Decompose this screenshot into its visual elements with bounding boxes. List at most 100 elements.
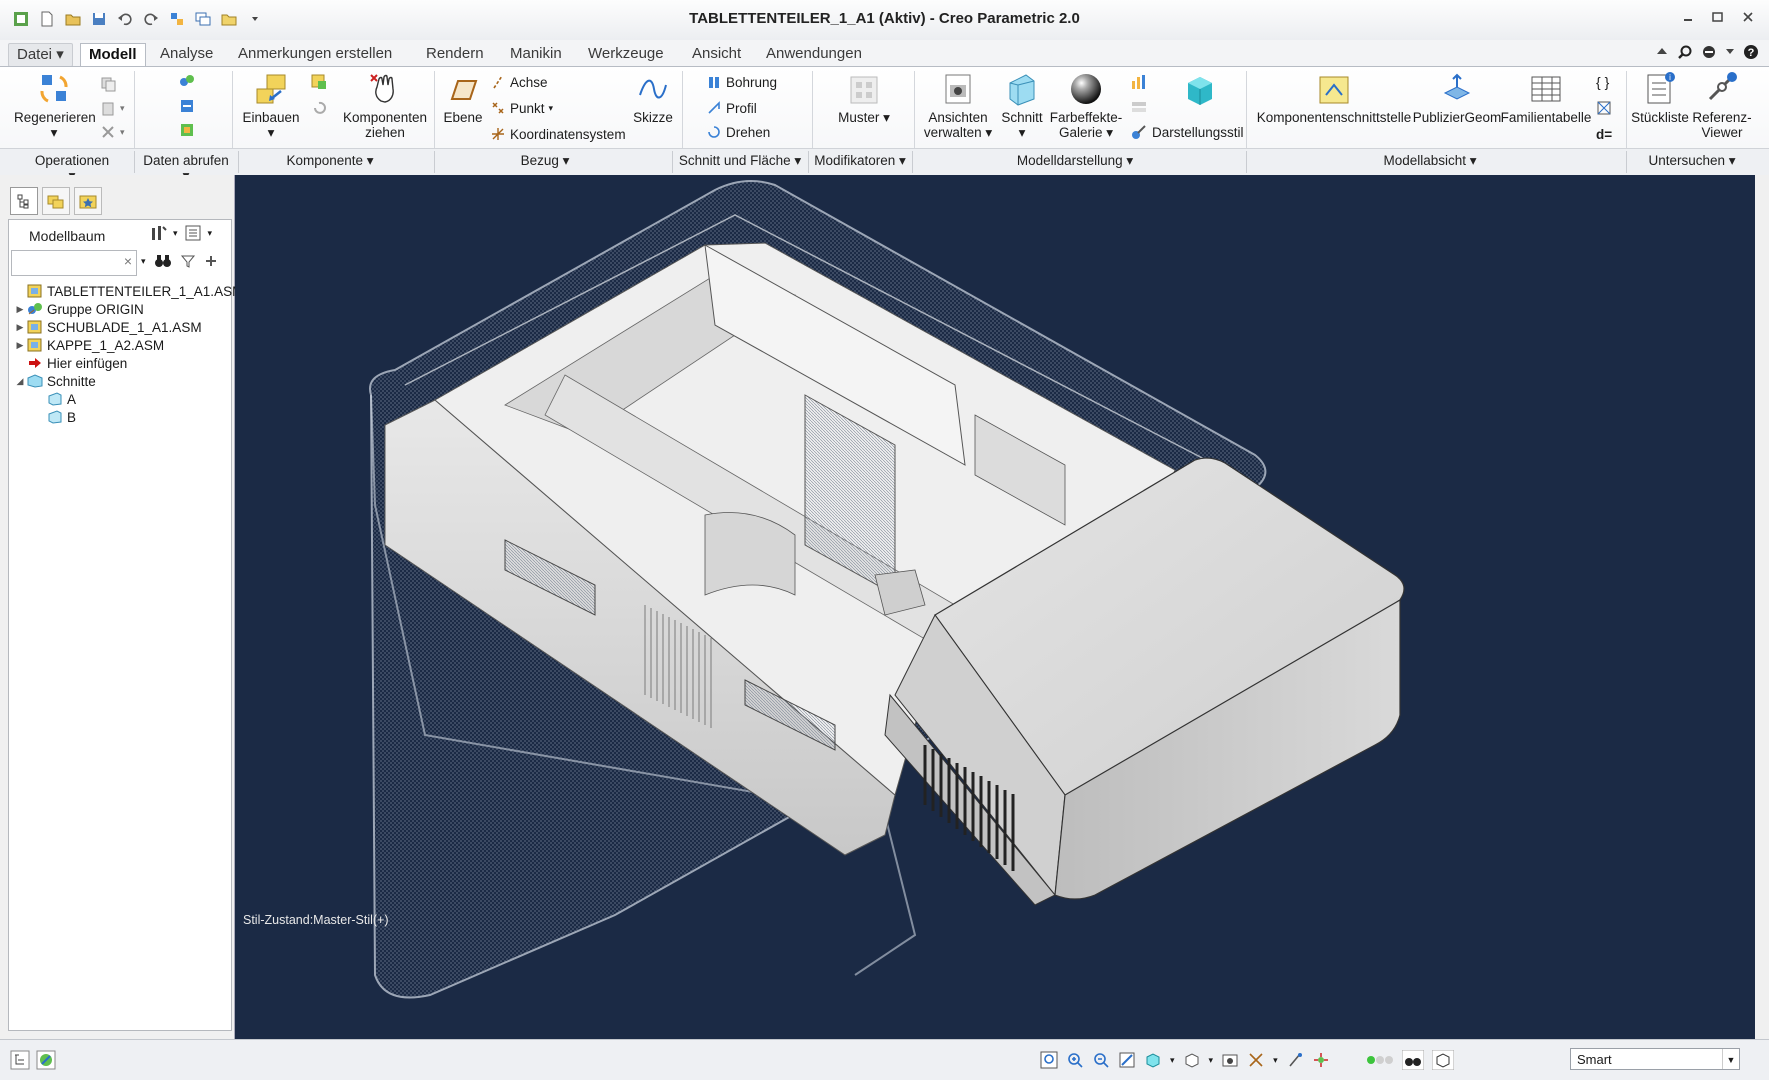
tree-row-kappe[interactable]: ▶ KAPPE_1_A2.ASM (13, 336, 243, 354)
dropdown-arrow-icon[interactable] (1725, 44, 1735, 58)
copy-button[interactable] (100, 75, 116, 93)
dropdown-caret[interactable]: ▾ (141, 256, 146, 267)
tab-werkzeuge[interactable]: Werkzeuge (580, 43, 672, 65)
group-komponente[interactable]: Komponente ▾ (280, 153, 380, 169)
tab-ansicht[interactable]: Ansicht (684, 43, 749, 65)
graphics-viewport[interactable]: Stil-Zustand:Master-Stil(+) (235, 175, 1755, 1039)
switch-dimensions-button[interactable]: d= (1596, 125, 1612, 143)
relations-button[interactable]: { } (1596, 73, 1609, 91)
community-icon[interactable] (1701, 44, 1717, 60)
close-icon[interactable] (1739, 8, 1757, 26)
profil-button[interactable]: Profil (706, 99, 757, 117)
expand-arrow-icon[interactable]: ▶ (13, 304, 27, 315)
filter-icon[interactable] (180, 253, 196, 269)
model-tree-search-input[interactable] (12, 251, 116, 273)
drehen-button[interactable]: Drehen (706, 123, 770, 141)
dropdown-caret[interactable]: ▾ (208, 228, 213, 239)
tree-row-hier-einfuegen[interactable]: Hier einfügen (13, 354, 243, 372)
group-untersuchen[interactable]: Untersuchen ▾ (1630, 153, 1754, 169)
tree-row-section-a[interactable]: A (13, 390, 243, 408)
bohrung-button[interactable]: Bohrung (706, 73, 777, 91)
selection-box-icon[interactable] (1431, 1050, 1454, 1070)
farbeffekte-galerie-button[interactable]: Farbeffekte- Galerie ▾ (1046, 71, 1126, 140)
tab-anwendungen[interactable]: Anwendungen (758, 43, 870, 65)
model-tree-tab-icon[interactable] (10, 187, 38, 215)
tab-manikin[interactable]: Manikin (502, 43, 570, 65)
stueckliste-button[interactable]: i Stückliste (1628, 71, 1692, 125)
komponenten-ziehen-button[interactable]: Komponenten ziehen (340, 71, 430, 140)
skizze-button[interactable]: Skizze (628, 73, 678, 125)
regenerate-button[interactable]: Regenerieren ▾ (14, 71, 96, 140)
datum-display-icon[interactable] (1247, 1051, 1265, 1069)
annotation-display-icon[interactable] (1286, 1051, 1304, 1069)
tree-row-section-b[interactable]: B (13, 408, 243, 426)
favorites-tab-icon[interactable] (74, 187, 102, 215)
add-column-icon[interactable] (204, 254, 218, 268)
tab-analyse[interactable]: Analyse (152, 43, 221, 65)
ebene-button[interactable]: Ebene (438, 73, 488, 125)
group-bezug[interactable]: Bezug ▾ (510, 153, 580, 169)
publiziergeom-button[interactable]: PublizierGeom (1410, 71, 1504, 125)
show-options-icon[interactable] (184, 224, 202, 242)
folder-browser-tab-icon[interactable] (42, 187, 70, 215)
spin-center-icon[interactable] (1312, 1051, 1330, 1069)
zoom-in-icon[interactable] (1066, 1051, 1084, 1069)
binoculars-icon[interactable] (154, 253, 172, 269)
punkt-button[interactable]: Punkt ▾ (490, 99, 553, 117)
cube-display-button[interactable] (1178, 71, 1222, 110)
expand-arrow-icon[interactable]: ▶ (13, 340, 27, 351)
muster-button[interactable]: Muster ▾ (824, 73, 904, 125)
parameters-button[interactable] (1596, 99, 1612, 117)
darstellungsstil-button[interactable]: Darstellungsstil (1130, 123, 1244, 141)
chevron-up-icon[interactable] (1655, 44, 1669, 58)
tree-row-root[interactable]: TABLETTENTEILER_1_A1.ASM (13, 282, 243, 300)
tab-rendern[interactable]: Rendern (418, 43, 492, 65)
group-modellabsicht[interactable]: Modellabsicht ▾ (1370, 153, 1490, 169)
achse-button[interactable]: Achse (490, 73, 548, 91)
tree-row-schnitte[interactable]: ◢ Schnitte (13, 372, 243, 390)
tab-anmerkungen[interactable]: Anmerkungen erstellen (230, 43, 400, 65)
display-tool-1-button[interactable] (1130, 73, 1148, 91)
saved-orientations-icon[interactable] (1183, 1051, 1201, 1069)
tree-row-gruppe-origin[interactable]: ▶ Gruppe ORIGIN (13, 300, 243, 318)
selection-filter-select[interactable]: Smart ▼ (1570, 1048, 1740, 1070)
repeat-button[interactable] (310, 99, 328, 117)
display-tool-2-button[interactable] (1130, 99, 1148, 117)
komponentenschnittstelle-button[interactable]: Komponentenschnittstelle (1254, 71, 1414, 125)
dropdown-caret[interactable]: ▾ (1209, 1055, 1214, 1066)
group-modifikatoren[interactable]: Modifikatoren ▾ (812, 153, 908, 169)
familientabelle-button[interactable]: Familientabelle (1500, 71, 1592, 125)
create-component-button[interactable] (310, 73, 328, 91)
delete-button[interactable]: ▾ (100, 123, 125, 141)
minimize-icon[interactable] (1679, 8, 1697, 26)
data-get-3-button[interactable] (178, 121, 196, 139)
model-tree-search[interactable]: × (11, 250, 137, 276)
display-style-icon[interactable] (1144, 1051, 1162, 1069)
einbauen-button[interactable]: Einbauen ▾ (240, 71, 302, 140)
clear-search-icon[interactable]: × (124, 253, 132, 269)
chevron-down-icon[interactable]: ▼ (1722, 1049, 1739, 1069)
data-get-1-button[interactable] (178, 73, 196, 91)
maximize-icon[interactable] (1709, 8, 1727, 26)
ansichten-verwalten-button[interactable]: Ansichten verwalten ▾ (920, 71, 996, 140)
zoom-out-icon[interactable] (1092, 1051, 1110, 1069)
schnitt-button[interactable]: Schnitt ▾ (994, 71, 1050, 140)
paste-button[interactable]: ▾ (100, 99, 125, 117)
refit-icon[interactable] (1040, 1051, 1058, 1069)
help-icon[interactable]: ? (1743, 44, 1759, 60)
toggle-browser-icon[interactable] (36, 1050, 56, 1070)
koordinatensystem-button[interactable]: Koordinatensystem (490, 125, 626, 143)
dropdown-caret[interactable]: ▾ (1273, 1055, 1278, 1066)
toggle-navigator-icon[interactable] (10, 1050, 30, 1070)
repaint-icon[interactable] (1118, 1051, 1136, 1069)
group-schnitt-und-flaeche[interactable]: Schnitt und Fläche ▾ (676, 153, 804, 169)
find-binoculars-icon[interactable] (1401, 1050, 1424, 1070)
model-3d-view[interactable]: Stil-Zustand:Master-Stil(+) (235, 175, 1755, 1039)
group-modelldarstellung[interactable]: Modelldarstellung ▾ (1000, 153, 1150, 169)
referenz-viewer-button[interactable]: Referenz- Viewer (1690, 71, 1754, 140)
dropdown-caret[interactable]: ▾ (1170, 1055, 1175, 1066)
search-icon[interactable] (1677, 44, 1693, 60)
data-get-2-button[interactable] (178, 97, 196, 115)
dropdown-caret[interactable]: ▾ (173, 228, 178, 239)
tab-modell[interactable]: Modell (80, 43, 146, 68)
